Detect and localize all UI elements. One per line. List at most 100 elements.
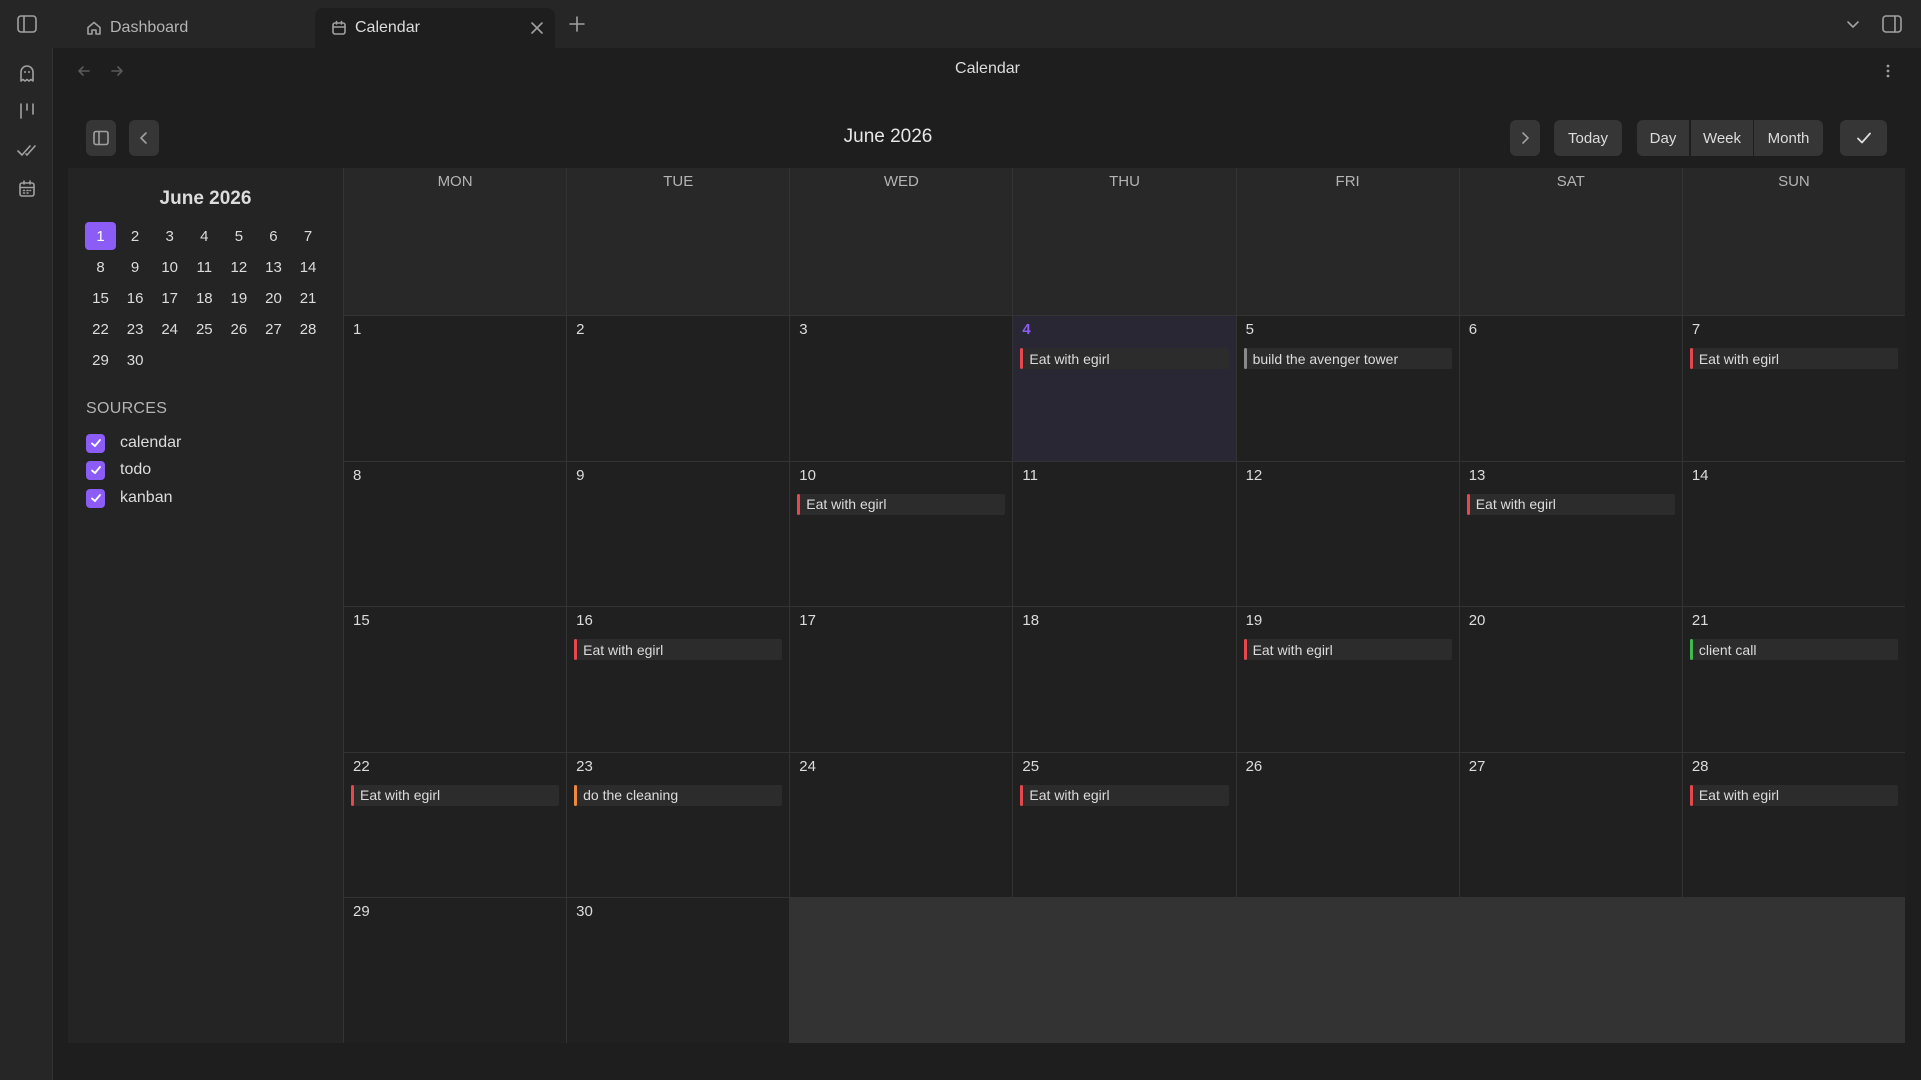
mini-day[interactable]: 28 xyxy=(293,315,324,343)
calendar-event[interactable]: Eat with egirl xyxy=(1466,493,1675,515)
mini-day[interactable]: 19 xyxy=(223,284,254,312)
day-cell[interactable]: 30 xyxy=(566,897,790,1043)
day-cell[interactable]: 25 Eat with egirl xyxy=(1012,751,1236,898)
mini-day[interactable]: 23 xyxy=(120,315,151,343)
day-view-button[interactable]: Day xyxy=(1637,120,1689,156)
day-number: 21 xyxy=(1691,612,1709,630)
day-cell[interactable]: 23 do the cleaning xyxy=(566,751,790,898)
day-cell[interactable]: 13 Eat with egirl xyxy=(1458,460,1682,607)
mini-day[interactable]: 3 xyxy=(154,222,185,250)
mini-day[interactable]: 2 xyxy=(120,222,151,250)
more-vertical-icon[interactable] xyxy=(1872,55,1904,87)
day-cell[interactable]: 9 xyxy=(566,460,790,607)
calendar-event[interactable]: Eat with egirl xyxy=(1020,784,1229,806)
mini-day[interactable]: 1 xyxy=(85,222,116,250)
day-cell[interactable]: 10 Eat with egirl xyxy=(789,460,1013,607)
left-panel: June 2026 1 2 3 4 5 6 7 8 9 10 11 12 13 14 15 16 17 18 19 2… xyxy=(68,168,343,1043)
today-button[interactable]: Today xyxy=(1554,120,1622,156)
day-cell[interactable]: 4 Eat with egirl xyxy=(1012,315,1236,461)
weekday-label: SUN xyxy=(1778,173,1810,190)
new-tab-button[interactable] xyxy=(561,8,593,40)
day-cell[interactable]: 19 Eat with egirl xyxy=(1235,606,1459,752)
mini-day[interactable]: 12 xyxy=(223,253,254,281)
day-cell[interactable]: 17 xyxy=(789,606,1013,752)
mini-day[interactable]: 24 xyxy=(154,315,185,343)
mini-day[interactable]: 26 xyxy=(223,315,254,343)
source-todo[interactable]: todo xyxy=(86,459,151,481)
mini-day[interactable]: 14 xyxy=(293,253,324,281)
day-cell[interactable]: 22 Eat with egirl xyxy=(343,751,567,898)
calendar-event[interactable]: client call xyxy=(1689,639,1898,661)
calendar-event[interactable]: Eat with egirl xyxy=(1689,348,1898,369)
day-cell[interactable]: 1 xyxy=(343,315,567,461)
day-cell[interactable]: 28 Eat with egirl xyxy=(1681,751,1905,898)
calendar-event[interactable]: do the cleaning xyxy=(574,784,783,806)
day-cell[interactable]: 11 xyxy=(1012,460,1236,607)
check-icon[interactable] xyxy=(1840,120,1887,156)
day-cell[interactable]: 12 xyxy=(1235,460,1459,607)
ghost-icon[interactable] xyxy=(14,60,40,86)
day-cell[interactable]: 7 Eat with egirl xyxy=(1681,315,1905,461)
mini-day[interactable]: 9 xyxy=(120,253,151,281)
day-cell[interactable]: 27 xyxy=(1458,751,1682,898)
day-cell[interactable]: 24 xyxy=(789,751,1013,898)
tab-calendar[interactable]: Calendar xyxy=(315,8,555,48)
double-check-icon[interactable] xyxy=(14,137,40,163)
day-cell[interactable]: 21 client call xyxy=(1681,606,1905,752)
mini-day[interactable]: 18 xyxy=(189,284,220,312)
mini-day[interactable]: 13 xyxy=(258,253,289,281)
mini-day[interactable]: 11 xyxy=(189,253,220,281)
mini-day[interactable]: 15 xyxy=(85,284,116,312)
day-cell[interactable]: 5 build the avenger tower xyxy=(1235,315,1459,461)
mini-day[interactable]: 25 xyxy=(189,315,220,343)
day-cell[interactable]: 3 xyxy=(789,315,1013,461)
month-view-button[interactable]: Month xyxy=(1754,120,1823,156)
calendar-event[interactable]: Eat with egirl xyxy=(574,639,783,661)
day-cell[interactable]: 15 xyxy=(343,606,567,752)
tab-dashboard[interactable]: Dashboard xyxy=(70,8,311,48)
chevron-right-icon[interactable] xyxy=(1510,120,1540,156)
day-cell[interactable]: 20 xyxy=(1458,606,1682,752)
mini-day[interactable]: 20 xyxy=(258,284,289,312)
right-sidebar-icon[interactable] xyxy=(1876,8,1908,40)
calendar-event[interactable]: build the avenger tower xyxy=(1243,348,1452,369)
day-cell[interactable]: 8 xyxy=(343,460,567,607)
calendar-event[interactable]: Eat with egirl xyxy=(1689,784,1898,806)
mini-day[interactable]: 16 xyxy=(120,284,151,312)
mini-day[interactable]: 8 xyxy=(85,253,116,281)
sidebar-toggle-icon[interactable] xyxy=(11,8,43,40)
mini-day[interactable]: 7 xyxy=(293,222,324,250)
mini-day[interactable]: 10 xyxy=(154,253,185,281)
chevron-down-icon[interactable] xyxy=(1837,8,1869,40)
mini-day[interactable]: 5 xyxy=(223,222,254,250)
kanban-icon[interactable] xyxy=(14,98,40,124)
mini-day[interactable]: 30 xyxy=(120,346,151,374)
day-number: 16 xyxy=(576,612,593,630)
calendar-event[interactable]: Eat with egirl xyxy=(351,784,560,806)
calendar-icon[interactable] xyxy=(14,176,40,202)
checkbox[interactable] xyxy=(86,460,105,480)
day-cell[interactable]: 6 xyxy=(1458,315,1682,461)
week-view-button[interactable]: Week xyxy=(1691,120,1753,156)
day-cell[interactable]: 29 xyxy=(343,897,567,1043)
mini-day[interactable]: 21 xyxy=(293,284,324,312)
day-cell[interactable]: 16 Eat with egirl xyxy=(566,606,790,752)
calendar-event[interactable]: Eat with egirl xyxy=(1020,348,1229,369)
source-calendar[interactable]: calendar xyxy=(86,432,181,454)
mini-day[interactable]: 22 xyxy=(85,315,116,343)
mini-day[interactable]: 27 xyxy=(258,315,289,343)
source-kanban[interactable]: kanban xyxy=(86,487,173,509)
day-cell[interactable]: 14 xyxy=(1681,460,1905,607)
mini-day[interactable]: 4 xyxy=(189,222,220,250)
checkbox[interactable] xyxy=(86,433,105,453)
checkbox[interactable] xyxy=(86,488,105,508)
day-cell[interactable]: 2 xyxy=(566,315,790,461)
calendar-event[interactable]: Eat with egirl xyxy=(797,493,1006,515)
close-icon[interactable] xyxy=(527,18,547,38)
mini-day[interactable]: 29 xyxy=(85,346,116,374)
calendar-event[interactable]: Eat with egirl xyxy=(1243,639,1452,661)
day-cell[interactable]: 26 xyxy=(1235,751,1459,898)
day-cell[interactable]: 18 xyxy=(1012,606,1236,752)
mini-day[interactable]: 6 xyxy=(258,222,289,250)
mini-day[interactable]: 17 xyxy=(154,284,185,312)
